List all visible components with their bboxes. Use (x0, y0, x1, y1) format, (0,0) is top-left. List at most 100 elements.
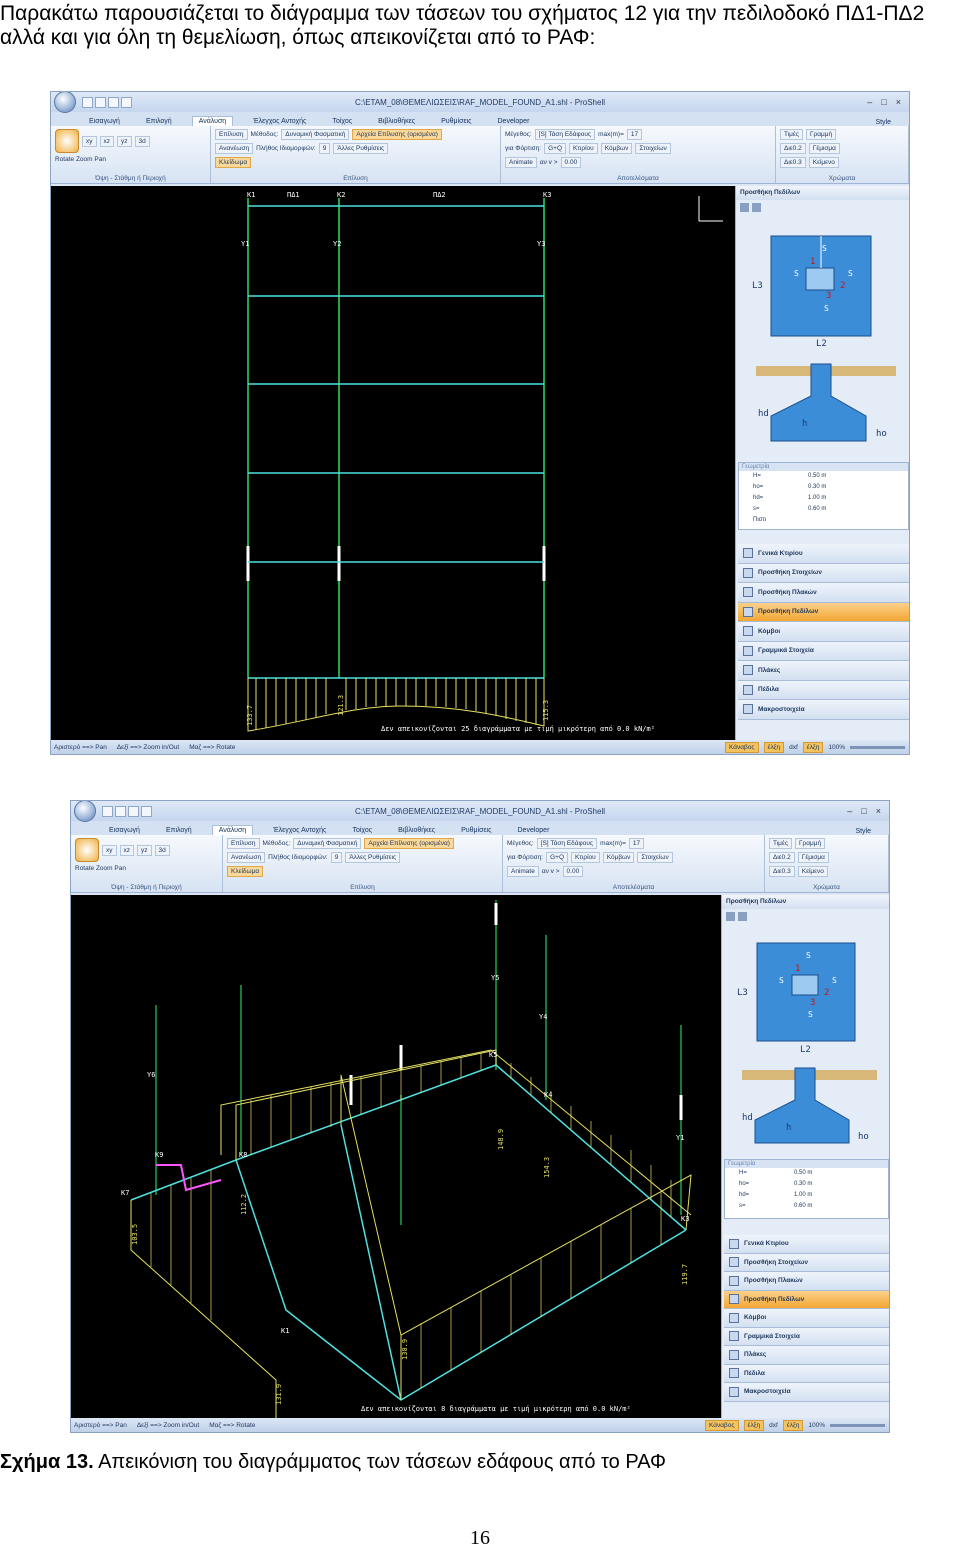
minimize-button[interactable]: – (847, 806, 852, 816)
nav-linear-elements[interactable]: Γραμμικά Στοιχεία (724, 1327, 889, 1346)
elements-button[interactable]: Στοιχείων (637, 852, 673, 863)
min-input[interactable]: 0.00 (562, 866, 584, 877)
prop-row[interactable]: ho= 0.30 m (739, 482, 908, 493)
nav-general[interactable]: Γενικά Κτιρίου (738, 544, 909, 564)
close-button[interactable]: × (876, 806, 881, 816)
prop-row[interactable]: s= 0.60 m (725, 1201, 888, 1212)
tab-elegxos[interactable]: Έλεγχος Αντοχής (247, 117, 312, 126)
solve-files-button[interactable]: Αρχεία Επίλυσης (ορισμένα) (352, 129, 442, 140)
tab-toixos[interactable]: Τοίχος (346, 826, 378, 835)
magnitude-select[interactable]: [S] Τάση Εδάφους (534, 129, 596, 140)
method-select[interactable]: Δυναμική Φασματική (293, 838, 362, 849)
snap2-toggle[interactable]: έλξη (802, 741, 824, 753)
view-3d-button[interactable]: 3d (134, 135, 150, 147)
max-input[interactable]: 17 (628, 838, 645, 849)
nav-footings[interactable]: Πέδιλα (738, 680, 909, 700)
view-xz-button[interactable]: xz (99, 135, 114, 147)
animate-button[interactable]: Animate (507, 866, 539, 877)
min-input[interactable]: 0.00 (560, 157, 582, 168)
nav-add-elements[interactable]: Προσθήκη Στοιχείων (738, 563, 909, 583)
dxf-toggle[interactable]: dxf (789, 744, 798, 751)
elements-button[interactable]: Στοιχείων (635, 143, 671, 154)
grid-view-icon[interactable] (726, 912, 735, 921)
building-button[interactable]: Κτιρίου (571, 852, 600, 863)
prop-row[interactable]: H= 0.50 m (739, 471, 908, 482)
tab-rythmiseis[interactable]: Ρυθμίσεις (435, 117, 477, 126)
prop-row[interactable]: H= 0.50 m (725, 1168, 888, 1179)
undo-icon[interactable] (121, 96, 132, 108)
nodes-button[interactable]: Κόμβων (600, 143, 633, 154)
prop-row[interactable]: s= 0.60 m (739, 504, 908, 515)
lock-button[interactable]: Κλείδωμα (215, 157, 252, 168)
close-button[interactable]: × (896, 97, 901, 107)
nav-footings[interactable]: Πέδιλα (724, 1364, 889, 1383)
snap-toggle[interactable]: έλξη (743, 1419, 765, 1431)
save-icon[interactable] (108, 96, 119, 108)
tab-analysi[interactable]: Ανάλυση (211, 825, 254, 835)
nav-add-elements[interactable]: Προσθήκη Στοιχείων (724, 1253, 889, 1272)
values-checkbox[interactable]: Τιμές (769, 838, 792, 849)
nav-add-footings[interactable]: Προσθήκη Πεδίλων (724, 1290, 889, 1309)
list-view-icon[interactable] (738, 912, 747, 921)
tab-rythmiseis[interactable]: Ρυθμίσεις (455, 826, 497, 835)
view-xz-button[interactable]: xz (119, 844, 134, 856)
nav-general[interactable]: Γενικά Κτιρίου (724, 1235, 889, 1254)
modes-input[interactable]: 9 (330, 852, 343, 863)
style-menu[interactable]: Style (875, 119, 909, 126)
zoom-slider[interactable] (830, 1423, 885, 1427)
nav-nodes[interactable]: Κόμβοι (724, 1309, 889, 1328)
modes-input[interactable]: 9 (318, 143, 331, 154)
isometric-view-canvas[interactable]: K5 K4 K3 K1 K7 K8 K9 Y5 Y4 Y1 Y6 103.5 1… (71, 895, 721, 1420)
maximize-button[interactable]: □ (861, 806, 866, 816)
line-button[interactable]: Γραμμή (805, 129, 837, 140)
values-checkbox[interactable]: Τιμές (780, 129, 803, 140)
view-yz-button[interactable]: yz (117, 135, 132, 147)
building-button[interactable]: Κτιρίου (569, 143, 598, 154)
nav-slabs[interactable]: Πλάκες (724, 1346, 889, 1365)
app-orb-button[interactable] (54, 92, 76, 113)
max-input[interactable]: 17 (626, 129, 643, 140)
tab-eisagogi[interactable]: Εισαγωγή (103, 826, 146, 835)
grid-view-icon[interactable] (740, 203, 749, 212)
nav-nodes[interactable]: Κόμβοι (738, 622, 909, 642)
nav-add-slabs[interactable]: Προσθήκη Πλακών (738, 583, 909, 603)
load-select[interactable]: G+Q (546, 852, 569, 863)
magnitude-select[interactable]: [S] Τάση Εδάφους (536, 838, 598, 849)
solve-button[interactable]: Επίλυση (227, 838, 260, 849)
maximize-button[interactable]: □ (881, 97, 886, 107)
new-file-icon[interactable] (102, 805, 113, 817)
nav-linear-elements[interactable]: Γραμμικά Στοιχεία (738, 641, 909, 661)
prop-row[interactable]: hd= 1.00 m (725, 1190, 888, 1201)
text-button[interactable]: Κείμενο (797, 866, 828, 877)
method-select[interactable]: Δυναμική Φασματική (281, 129, 350, 140)
list-view-icon[interactable] (752, 203, 761, 212)
other-settings-button[interactable]: Άλλες Ρυθμίσεις (333, 143, 389, 154)
tab-vivliothikes[interactable]: Βιβλιοθήκες (392, 826, 441, 835)
snap-toggle[interactable]: έλξη (763, 741, 785, 753)
tab-eisagogi[interactable]: Εισαγωγή (83, 117, 126, 126)
text-button[interactable]: Κείμενο (808, 157, 839, 168)
fill-button[interactable]: Γέμισμα (808, 143, 840, 154)
view-xy-button[interactable]: xy (102, 844, 117, 856)
rotate-zoom-icon[interactable] (55, 129, 79, 153)
open-file-icon[interactable] (95, 96, 106, 108)
prop-row[interactable]: hd= 1.00 m (739, 493, 908, 504)
tab-vivliothikes[interactable]: Βιβλιοθήκες (372, 117, 421, 126)
view-3d-button[interactable]: 3d (154, 844, 170, 856)
rotate-zoom-icon[interactable] (75, 838, 99, 862)
other-settings-button[interactable]: Άλλες Ρυθμίσεις (345, 852, 401, 863)
dxf-toggle[interactable]: dxf (769, 1422, 778, 1429)
lock-button[interactable]: Κλείδωμα (227, 866, 264, 877)
nav-add-footings[interactable]: Προσθήκη Πεδίλων (738, 602, 909, 622)
grid-toggle[interactable]: Κάναβος (725, 741, 759, 753)
tab-analysi[interactable]: Ανάλυση (191, 116, 234, 126)
save-icon[interactable] (128, 805, 139, 817)
tab-elegxos[interactable]: Έλεγχος Αντοχής (267, 826, 332, 835)
tab-epilogi[interactable]: Επιλογή (140, 117, 178, 126)
axis1-checkbox[interactable]: Διε0.2 (780, 143, 806, 154)
view-yz-button[interactable]: yz (137, 844, 152, 856)
style-menu[interactable]: Style (855, 828, 889, 835)
undo-icon[interactable] (141, 805, 152, 817)
nodes-button[interactable]: Κόμβων (602, 852, 635, 863)
minimize-button[interactable]: – (867, 97, 872, 107)
